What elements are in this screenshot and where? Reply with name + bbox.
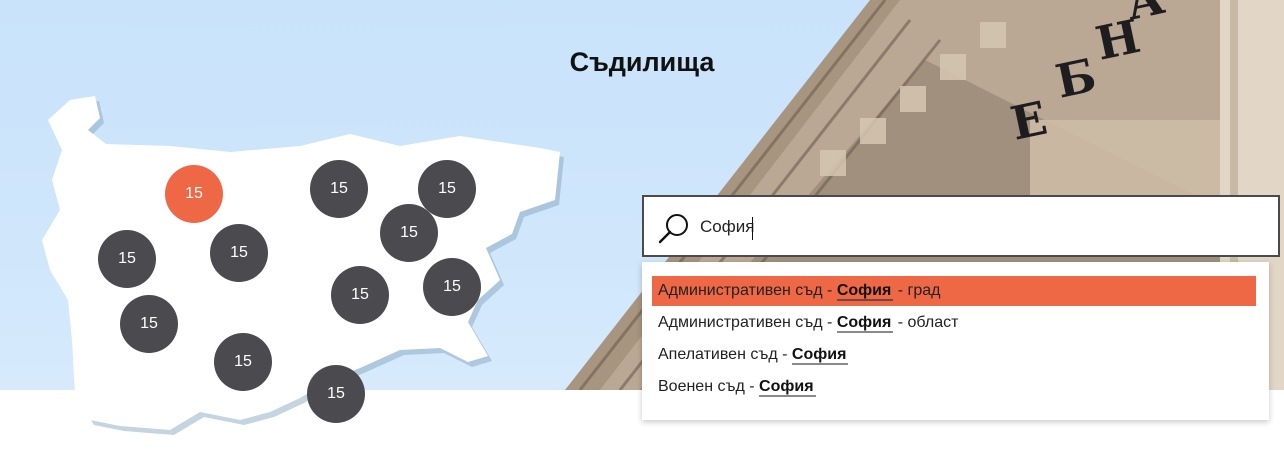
map-cluster-marker[interactable]: 15 <box>98 230 156 288</box>
map-cluster-marker[interactable]: 15 <box>307 365 365 423</box>
map-cluster-marker[interactable]: 15 <box>331 266 389 324</box>
suggestion-match: София <box>836 314 894 333</box>
search-box[interactable] <box>642 195 1280 257</box>
suggestion-prefix: Апелативен съд - <box>658 346 792 363</box>
map-cluster-marker[interactable]: 15 <box>310 160 368 218</box>
suggestion-item[interactable]: Административен съд - София - град <box>652 276 1256 306</box>
suggestion-match: София <box>836 282 894 301</box>
map-cluster-marker[interactable]: 15 <box>380 204 438 262</box>
map-cluster-marker[interactable]: 15 <box>214 333 272 391</box>
map-cluster-marker[interactable]: 15 <box>423 258 481 316</box>
suggestion-item[interactable]: Военен съд - София <box>652 372 1256 402</box>
suggestion-item[interactable]: Апелативен съд - София <box>652 340 1256 370</box>
map-cluster-marker[interactable]: 15 <box>165 165 223 223</box>
suggestion-match: София <box>791 346 849 365</box>
suggestion-prefix: Военен съд - <box>658 378 760 395</box>
suggestion-prefix: Административен съд - <box>658 282 837 299</box>
search-icon <box>658 214 688 244</box>
text-cursor <box>752 217 753 240</box>
suggestion-suffix: - област <box>893 314 959 331</box>
search-input[interactable] <box>700 211 1260 243</box>
map-cluster-marker[interactable]: 15 <box>210 224 268 282</box>
suggestion-match: София <box>759 378 816 397</box>
autocomplete-dropdown: Административен съд - София - град Админ… <box>642 262 1269 420</box>
suggestion-item[interactable]: Административен съд - София - област <box>652 308 1256 338</box>
map-cluster-marker[interactable]: 15 <box>120 295 178 353</box>
suggestion-prefix: Административен съд - <box>658 314 837 331</box>
suggestion-suffix: - град <box>893 282 941 299</box>
